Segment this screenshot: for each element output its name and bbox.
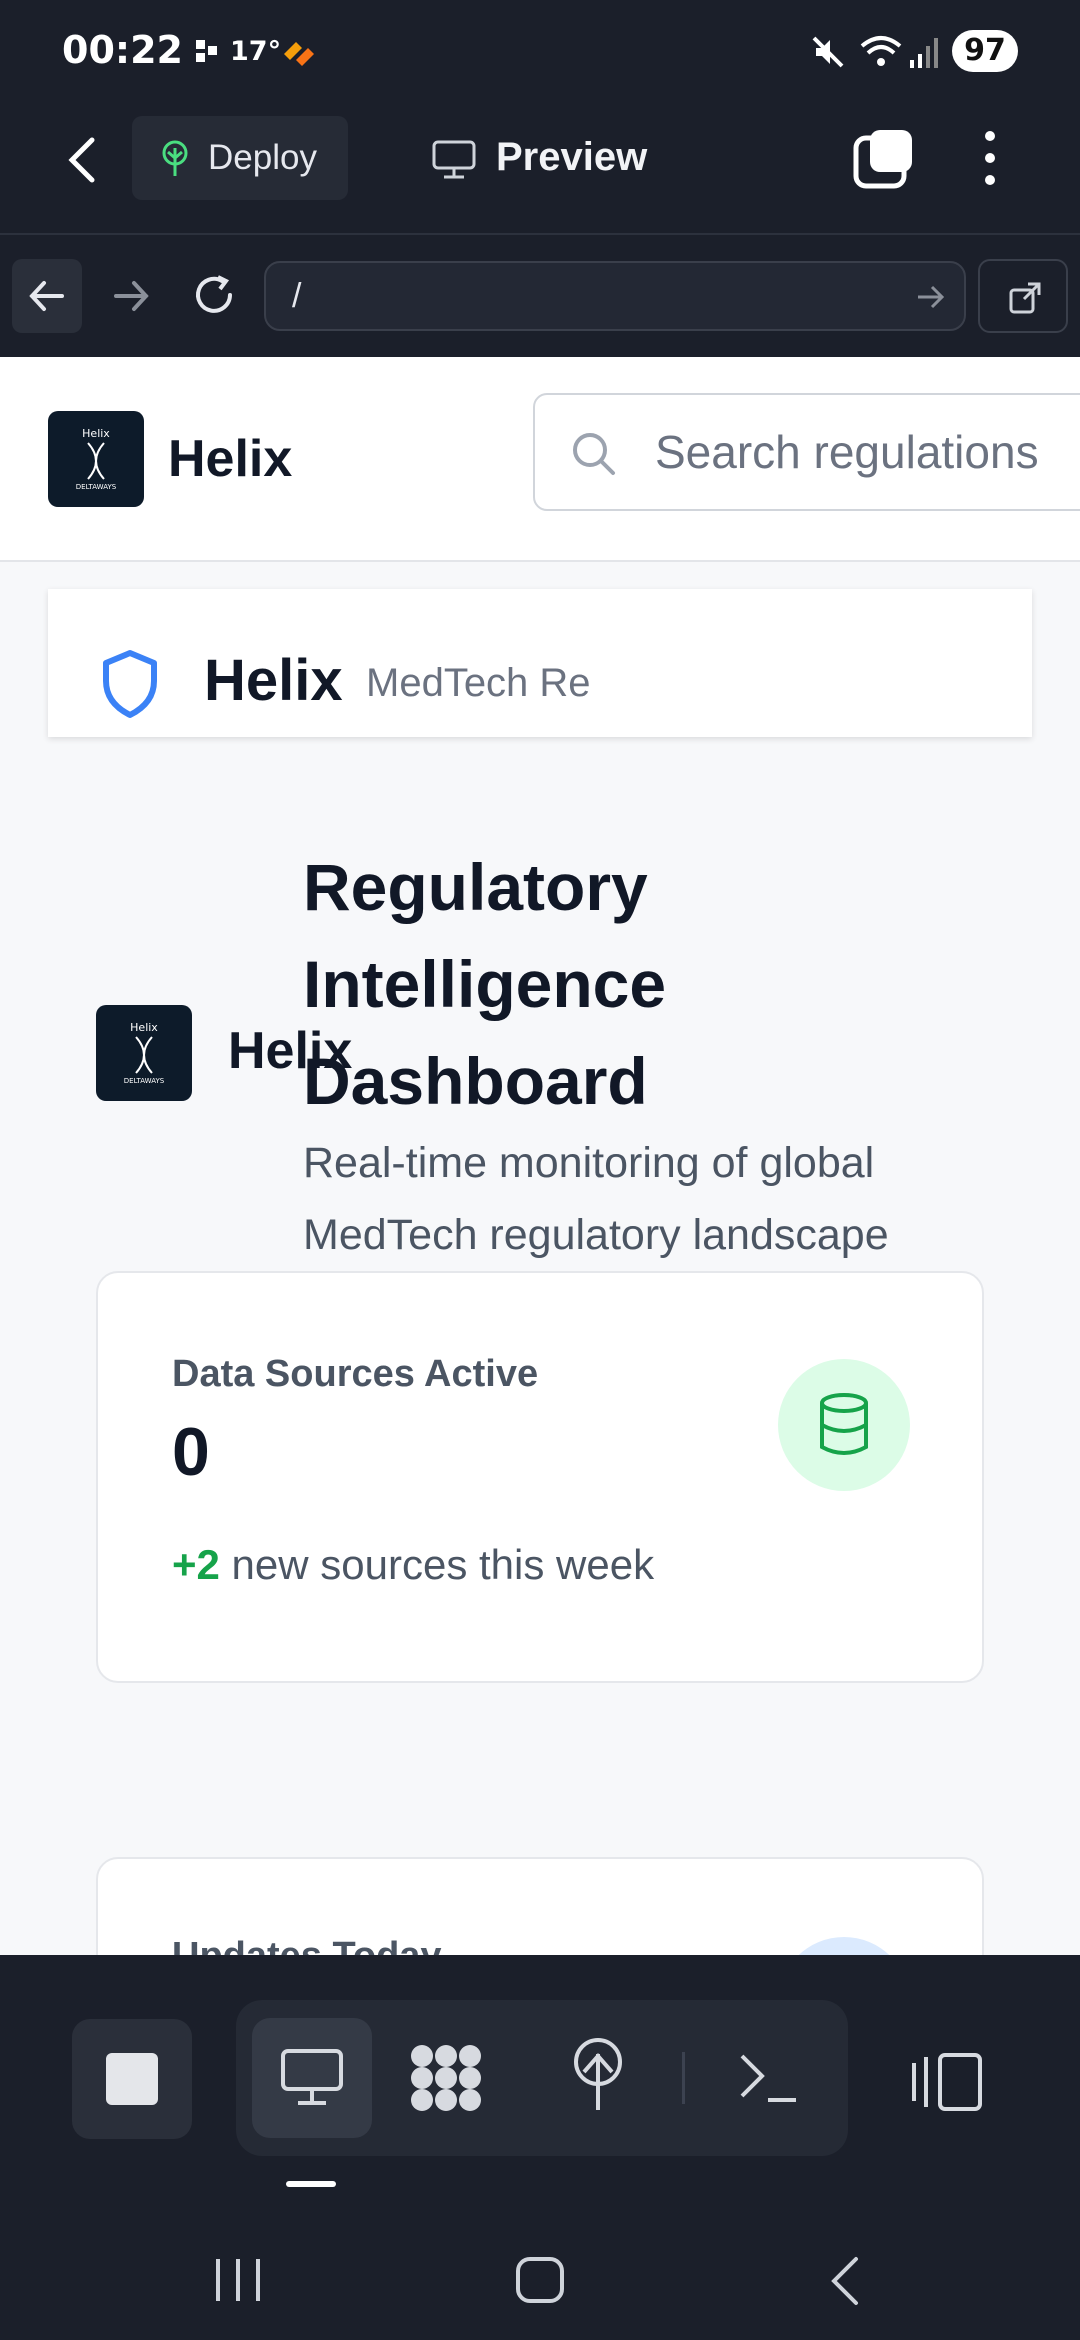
monitor-icon [432,140,476,179]
recents-icon[interactable] [212,2255,266,2305]
deploy-tree-dock-icon[interactable] [568,2038,628,2114]
site-title: Helix [168,430,293,488]
stat-footnote: +2 new sources this week [172,1541,654,1589]
stop-icon [106,2053,158,2105]
site-logo[interactable]: Helix DELTAWAYS [48,411,144,507]
deploy-label: Deploy [208,138,317,177]
weather-app-icon [284,42,314,66]
stat-card-data-sources: Data Sources Active 0 +2 new sources thi… [96,1271,984,1683]
stat-footnote-text: new sources this week [219,1541,655,1588]
more-options-icon[interactable] [978,126,1002,190]
browser-back-button[interactable] [12,259,82,333]
app-toolbar: Deploy Preview [0,100,1080,235]
stat-label: Updates Today [172,1935,442,1955]
database-icon [820,1393,868,1455]
search-placeholder: Search regulations [655,426,1039,478]
go-arrow-icon[interactable] [916,283,946,311]
web-viewport: Helix DELTAWAYS Helix Helix MedTech Re S… [0,357,1080,1955]
reload-icon[interactable] [192,273,238,319]
wifi-icon [860,36,902,66]
logo-text: Helix [82,427,110,440]
home-indicator [286,2181,336,2187]
battery-level: 97 [952,30,1018,72]
system-nav-bar [0,2255,1080,2340]
view-switcher [236,2000,848,2156]
updates-icon-badge [778,1937,910,1955]
notification-dots-icon [196,40,217,62]
preview-tab[interactable]: Preview [496,135,647,180]
url-input[interactable]: / [264,261,966,331]
dock-divider [682,2052,685,2104]
deploy-button[interactable]: Deploy [132,116,348,200]
external-link-icon [1009,282,1041,314]
bottom-dock [0,1955,1080,2340]
url-text: / [292,277,302,315]
search-input[interactable]: Search regulations [533,393,1080,511]
open-external-button[interactable] [978,259,1068,333]
signal-icon [910,38,938,68]
back-icon[interactable] [62,134,102,186]
arrow-left-icon [29,281,64,311]
browser-forward-icon[interactable] [112,279,150,313]
status-time: 00:22 [62,28,183,72]
logo-subtext: DELTAWAYS [75,483,117,491]
page-title: Regulatory Intelligence Dashboard [303,850,667,1118]
page-subtitle: Real-time monitoring of global MedTech r… [303,1139,889,1259]
tabs-switcher-icon[interactable] [852,128,916,192]
preview-view-button[interactable] [252,2018,372,2138]
stat-delta: +2 [172,1541,220,1588]
system-back-icon[interactable] [824,2255,864,2307]
stop-button[interactable] [72,2019,192,2139]
terminal-icon[interactable] [738,2050,798,2106]
desktop-icon [281,2049,343,2105]
app-header-bar: Helix MedTech Re [48,589,1032,737]
hero-logo-text: Helix [130,1021,158,1034]
search-icon [573,433,615,475]
apps-grid-icon[interactable] [408,2042,484,2114]
database-icon-badge [778,1359,910,1491]
status-temperature: 17° [230,36,282,67]
home-icon[interactable] [514,2255,566,2305]
mute-icon [812,36,844,68]
app-title: Helix [204,648,343,713]
hero-logo-subtext: DELTAWAYS [123,1077,165,1085]
hero-dna-icon [135,1036,153,1074]
deploy-tree-icon [162,140,188,176]
stat-value: 0 [172,1414,210,1490]
hero-logo: Helix DELTAWAYS [96,1005,192,1101]
stat-card-updates-today: Updates Today [96,1857,984,1955]
dna-icon [87,442,105,480]
stat-label: Data Sources Active [172,1353,539,1395]
shield-icon [103,650,157,718]
browser-nav-bar: / [0,237,1080,357]
status-bar: 00:22 17° 97 [0,0,1080,100]
app-subtitle: MedTech Re [366,661,591,705]
split-view-icon[interactable] [910,2051,984,2113]
